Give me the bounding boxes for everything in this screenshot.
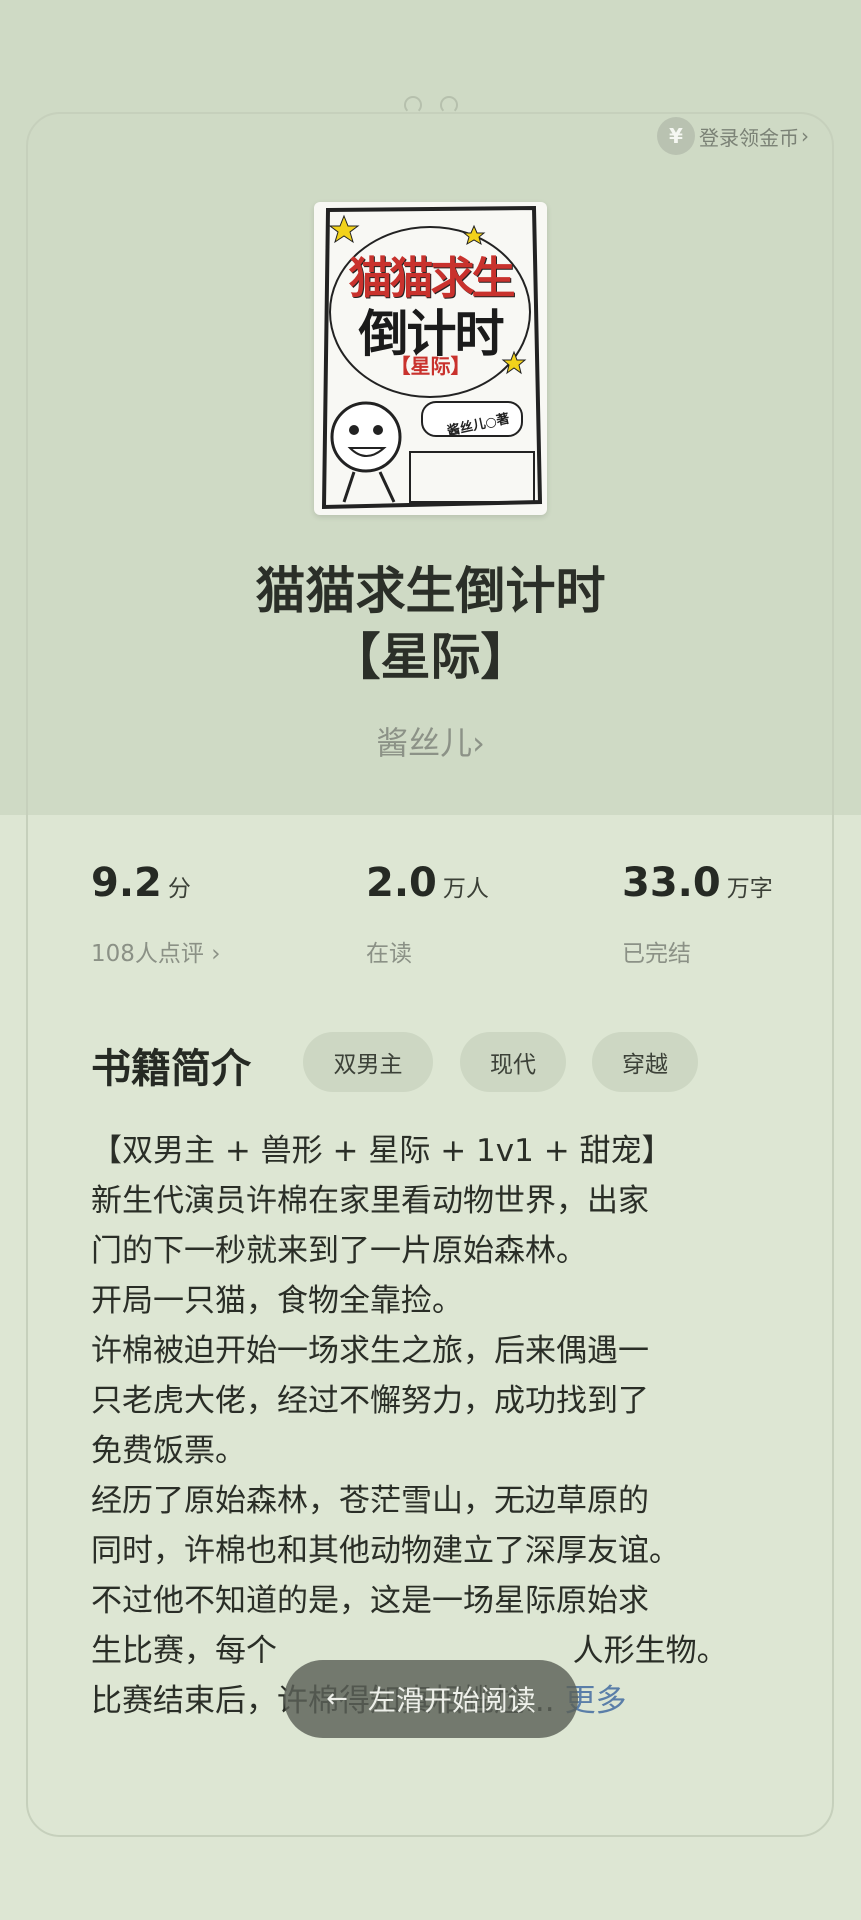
- tag-chip[interactable]: 现代: [460, 1032, 566, 1092]
- description-line: 新生代演员许棉在家里看动物世界，出家: [91, 1183, 649, 1219]
- arrow-left-icon: ←: [326, 1684, 348, 1714]
- stat-words-value: 33.0: [622, 860, 721, 906]
- book-cover[interactable]: 猫猫求生 倒计时 【星际】 酱丝儿○著: [314, 202, 547, 515]
- tag-chip[interactable]: 双男主: [303, 1032, 433, 1092]
- tag-chip[interactable]: 穿越: [592, 1032, 698, 1092]
- chevron-right-icon: ›: [801, 124, 809, 148]
- book-title-line1: 猫猫求生倒计时: [255, 562, 606, 620]
- book-description: 【双男主 + 兽形 + 星际 + 1v1 + 甜宠】 新生代演员许棉在家里看动物…: [91, 1126, 781, 1726]
- login-coin-button[interactable]: ¥ 登录领金币 ›: [657, 116, 809, 156]
- description-line: 门的下一秒就来到了一片原始森林。: [91, 1233, 587, 1269]
- description-line: 【双男主 + 兽形 + 星际 + 1v1 + 甜宠】: [91, 1133, 673, 1169]
- author-name: 酱丝儿: [376, 724, 473, 762]
- cover-tag: 【星际】: [390, 354, 471, 378]
- description-line: 开局一只猫，食物全靠捡。: [91, 1283, 463, 1319]
- stat-words: 33.0 万字 已完结: [622, 860, 773, 967]
- stat-rating-reviews: 108人点评 ›: [91, 941, 221, 967]
- stat-status-label: 已完结: [622, 941, 691, 967]
- book-title: 猫猫求生倒计时 【星际】: [0, 558, 861, 690]
- description-line: 只老虎大佬，经过不懈努力，成功找到了: [91, 1383, 649, 1419]
- login-coin-label: 登录领金币: [699, 125, 799, 150]
- description-line: 经历了原始森林，苍茫雪山，无边草原的: [91, 1483, 649, 1519]
- author-link[interactable]: 酱丝儿›: [0, 718, 861, 764]
- stat-readers: 2.0 万人 在读: [366, 860, 489, 967]
- description-line: 许棉被迫开始一场求生之旅，后来偶遇一: [91, 1333, 649, 1369]
- stat-readers-label: 在读: [366, 941, 412, 967]
- stat-rating-unit: 分: [167, 876, 191, 902]
- coin-icon: ¥: [657, 117, 695, 155]
- description-line: 不过他不知道的是，这是一场星际原始求: [91, 1583, 649, 1619]
- book-title-line2: 【星际】: [330, 628, 531, 686]
- intro-heading: 书籍简介: [91, 1046, 251, 1092]
- stat-words-unit: 万字: [726, 876, 773, 902]
- swipe-to-read-label: 左滑开始阅读: [367, 1684, 536, 1717]
- swipe-to-read-button[interactable]: ← 左滑开始阅读: [284, 1660, 578, 1738]
- chevron-right-icon: ›: [472, 724, 485, 762]
- description-line: 免费饭票。: [91, 1433, 246, 1469]
- stat-rating-value: 9.2: [91, 860, 162, 906]
- stat-readers-value: 2.0: [366, 860, 437, 906]
- description-line: 同时，许棉也和其他动物建立了深厚友谊。: [91, 1533, 680, 1569]
- stat-rating[interactable]: 9.2 分 108人点评 ›: [91, 860, 220, 967]
- stat-readers-unit: 万人: [442, 876, 489, 902]
